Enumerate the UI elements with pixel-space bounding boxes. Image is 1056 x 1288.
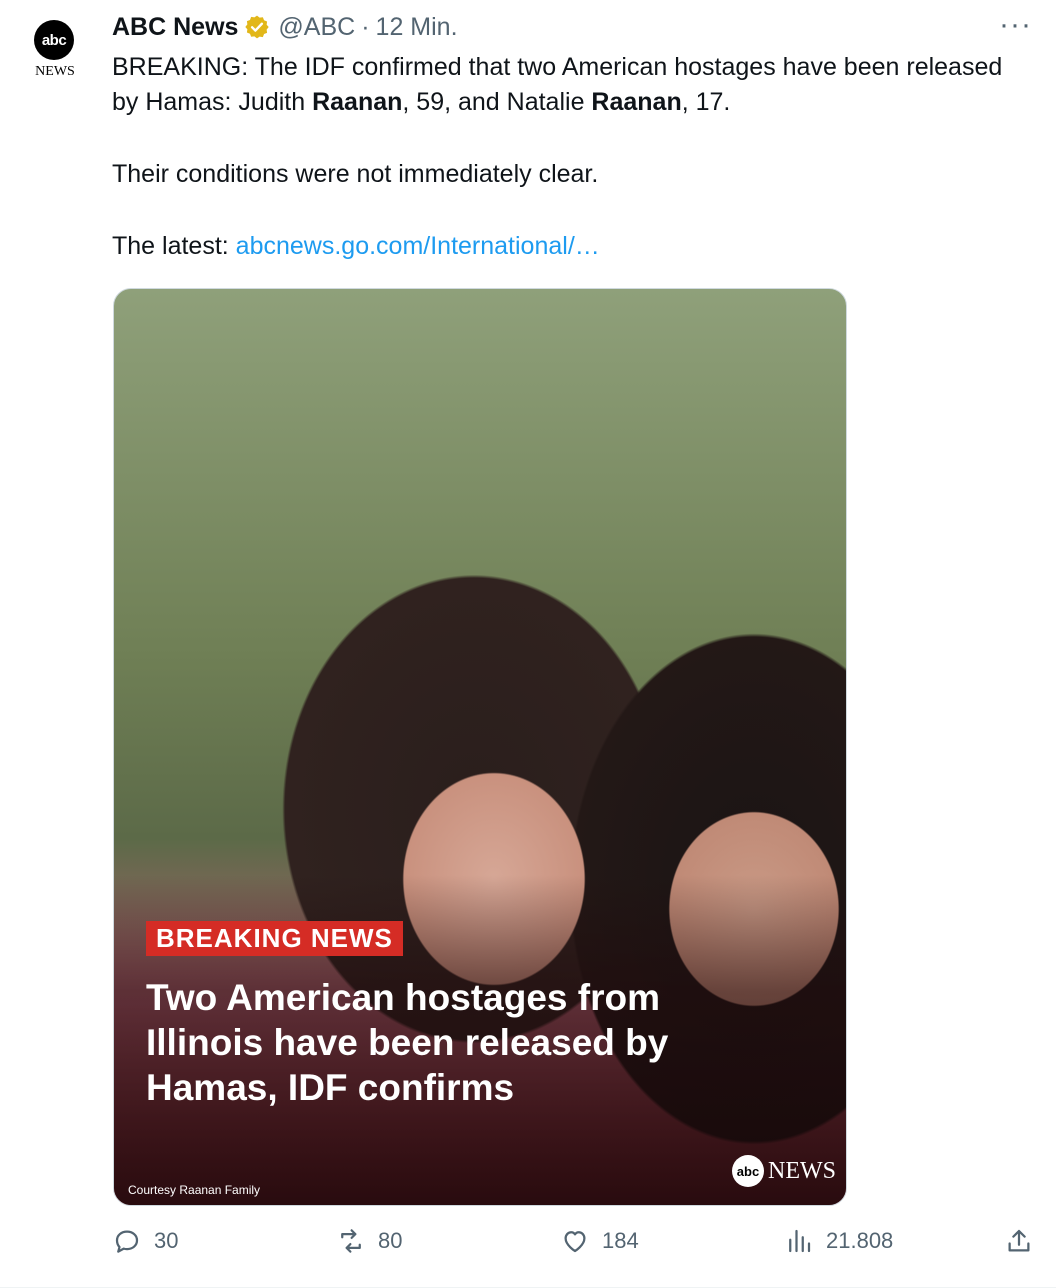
image-headline: Two American hostages from Illinois have… (146, 977, 669, 1108)
tweet: abc NEWS ABC News @ABC · 12 Min. ··· BRE… (0, 0, 1056, 1288)
reply-button[interactable]: 30 (112, 1226, 178, 1256)
abc-logo-word: NEWS (768, 1157, 836, 1184)
tweet-paragraph-2: Their conditions were not immediately cl… (112, 160, 599, 188)
verified-badge-icon[interactable] (244, 14, 270, 40)
repost-icon (341, 1229, 361, 1253)
share-button[interactable] (1004, 1226, 1046, 1256)
views-chart-icon (789, 1229, 811, 1253)
header-separator: · (361, 12, 370, 41)
photo-credit: Courtesy Raanan Family (128, 1183, 261, 1197)
heart-icon (564, 1231, 586, 1253)
views-button[interactable]: 21.808 (784, 1226, 893, 1256)
tweet-paragraph-1: BREAKING: The IDF confirmed that two Ame… (112, 50, 1012, 120)
tweet-text: BREAKING: The IDF confirmed that two Ame… (112, 50, 1012, 264)
more-options-icon[interactable]: ··· (999, 8, 1032, 42)
abc-logo-word: NEWS (35, 64, 75, 79)
reply-count: 30 (154, 1228, 179, 1253)
repost-count: 80 (378, 1228, 403, 1253)
like-button[interactable]: 184 (560, 1226, 639, 1256)
share-icon (1008, 1229, 1030, 1252)
tweet-bold-name: Raanan (312, 88, 403, 116)
tweet-bold-name: Raanan (591, 88, 682, 116)
tweet-time[interactable]: 12 Min. (376, 13, 458, 42)
article-link[interactable]: abcnews.go.com/International/… (236, 232, 600, 260)
action-bar: 30 80 184 21.808 (0, 1226, 1056, 1266)
abc-logo-circle: abc (34, 20, 74, 60)
breaking-news-badge: BREAKING NEWS (146, 921, 403, 956)
author-handle[interactable]: @ABC (278, 13, 355, 42)
tweet-text-segment: , 17. (681, 88, 731, 116)
tweet-header: ABC News @ABC · 12 Min. (112, 12, 458, 42)
view-count: 21.808 (826, 1228, 894, 1253)
author-name[interactable]: ABC News (112, 13, 238, 42)
repost-button[interactable]: 80 (336, 1226, 402, 1256)
abc-logo-circle: abc (732, 1155, 764, 1187)
tweet-image[interactable]: BREAKING NEWS Two American hostages from… (113, 288, 847, 1206)
tweet-paragraph-3: The latest: abcnews.go.com/International… (112, 229, 1012, 264)
like-count: 184 (602, 1228, 639, 1253)
tweet-text-segment: , 59, and Natalie (402, 88, 592, 116)
abc-news-watermark: abc NEWS (732, 1155, 836, 1187)
reply-icon (115, 1230, 139, 1253)
avatar[interactable]: abc NEWS (18, 8, 92, 82)
latest-label: The latest: (112, 232, 236, 260)
